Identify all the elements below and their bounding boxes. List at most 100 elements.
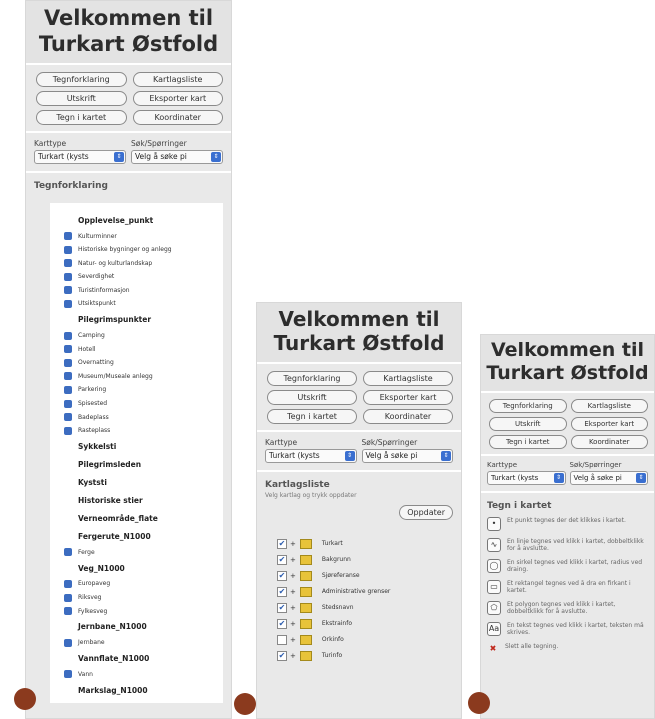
select-row: Karttype Turkart (kysts ⇕ Søk/Spørringer …: [481, 456, 654, 494]
legend-label: Jernbane: [78, 639, 105, 647]
title-line-2: Turkart Østfold: [486, 362, 649, 385]
layer-checkbox[interactable]: ✔: [277, 570, 287, 581]
layer-label: Sjøreferanse: [321, 572, 360, 580]
expand-icon[interactable]: +: [290, 556, 296, 564]
legend-label: Pilegrimsleden: [78, 460, 142, 470]
legend-symbol-icon: [64, 299, 72, 308]
legend-symbol-icon: [64, 399, 72, 408]
legend-row: Sykkelsti: [64, 438, 217, 456]
koordinater-button[interactable]: Koordinater: [363, 408, 453, 424]
draw-tool-icon[interactable]: Aa: [487, 622, 501, 637]
layer-checkbox[interactable]: ✔: [277, 618, 287, 629]
expand-icon[interactable]: +: [290, 540, 296, 548]
tegn-i-kartet-button[interactable]: Tegn i kartet: [36, 110, 127, 126]
legend-label: Vann: [78, 670, 93, 678]
sok-select[interactable]: Velg å søke pi ⇕: [361, 448, 453, 463]
sok-label: Søk/Spørringer: [131, 139, 187, 149]
sok-select[interactable]: Velg å søke pi ⇕: [569, 471, 648, 486]
chevron-down-icon: ⇕: [114, 152, 124, 163]
kartlag-section: Kartlagsliste Velg kartlag og trykk oppd…: [257, 472, 461, 672]
draw-tool-row[interactable]: ∿ En linje tegnes ved klikk i kartet, dob…: [487, 538, 648, 559]
legend-label: Fylkesveg: [78, 607, 108, 615]
panel-tegn: Velkommen til Turkart Østfold Tegnforkla…: [480, 334, 655, 719]
tegn-section: Tegn i kartet • Et punkt tegnes der det k…: [481, 493, 654, 672]
kartlagsliste-button[interactable]: Kartlagsliste: [570, 399, 648, 414]
legend-label: Turistinformasjon: [78, 286, 130, 294]
eksporter-kart-button[interactable]: Eksporter kart: [363, 389, 453, 405]
legend-label: Rasteplass: [78, 427, 111, 435]
draw-tool-row[interactable]: • Et punkt tegnes der det klikkes i karte…: [487, 517, 648, 538]
layer-checkbox[interactable]: ✔: [277, 602, 287, 613]
layer-label: Stedsnavn: [321, 604, 354, 612]
draw-tool-row[interactable]: ▭ Et rektangel tegnes ved å dra en firkan…: [487, 580, 648, 601]
layer-label: Bakgrunn: [321, 556, 351, 564]
legend-symbol-icon: [64, 670, 72, 679]
eksporter-kart-button[interactable]: Eksporter kart: [570, 417, 648, 432]
sok-select[interactable]: Velg å søke pi ⇕: [131, 150, 223, 165]
expand-icon[interactable]: +: [290, 604, 296, 612]
draw-tool-icon[interactable]: •: [487, 517, 501, 532]
draw-tool-row[interactable]: Aa En tekst tegnes ved klikk i kartet, te…: [487, 622, 648, 643]
title-line-1: Velkommen til: [278, 307, 440, 331]
kartlagsliste-button[interactable]: Kartlagsliste: [132, 72, 223, 88]
koordinater-button[interactable]: Koordinater: [132, 110, 223, 126]
draw-tool-list: • Et punkt tegnes der det klikkes i karte…: [487, 517, 648, 664]
legend-row: Vannflate_N1000: [64, 650, 217, 668]
expand-icon[interactable]: +: [290, 572, 296, 580]
utskrift-button[interactable]: Utskrift: [489, 417, 567, 432]
draw-tool-text: Slett alle tegning.: [505, 643, 559, 651]
legend-title: Tegnforklaring: [34, 181, 108, 192]
layer-checkbox[interactable]: ✔: [277, 538, 287, 549]
legend-box: Opplevelse_punkt Kulturminner Historiske b…: [50, 203, 223, 704]
layer-label: Turkart: [321, 540, 343, 548]
expand-icon[interactable]: +: [290, 652, 296, 660]
draw-tool-row[interactable]: ⬠ Et polygon tegnes ved klikk i kartet, d…: [487, 601, 648, 622]
legend-label: Utsiktspunkt: [78, 300, 116, 308]
draw-tool-text: Et polygon tegnes ved klikk i kartet, do…: [507, 601, 616, 616]
draw-tool-icon[interactable]: ⬠: [487, 601, 501, 616]
tegnforklaring-button[interactable]: Tegnforklaring: [36, 72, 127, 88]
legend-row: Badeplass: [64, 410, 217, 424]
oppdater-button[interactable]: Oppdater: [399, 504, 453, 520]
draw-tool-text: En sirkel tegnes ved klikk i kartet, rad…: [507, 559, 643, 574]
layer-checkbox[interactable]: [277, 634, 287, 645]
koordinater-button[interactable]: Koordinater: [570, 435, 648, 450]
draw-tool-icon[interactable]: ∿: [487, 538, 501, 553]
draw-tool-row[interactable]: ✖ Slett alle tegning.: [487, 643, 648, 664]
tegn-i-kartet-button[interactable]: Tegn i kartet: [489, 435, 567, 450]
layer-row: ✔ + Turkart: [277, 536, 453, 552]
marker-dot-1: [14, 688, 36, 710]
karttype-select[interactable]: Turkart (kysts ⇕: [34, 150, 126, 165]
layer-row: ✔ + Bakgrunn: [277, 552, 453, 568]
legend-label: Overnatting: [78, 359, 114, 367]
draw-tool-icon[interactable]: ✖: [487, 643, 499, 655]
tegnforklaring-button[interactable]: Tegnforklaring: [489, 399, 567, 414]
layer-checkbox[interactable]: ✔: [277, 650, 287, 661]
legend-row: Severdighet: [64, 270, 217, 284]
eksporter-kart-button[interactable]: Eksporter kart: [132, 91, 223, 107]
karttype-select[interactable]: Turkart (kysts ⇕: [487, 471, 566, 486]
layer-checkbox[interactable]: ✔: [277, 586, 287, 597]
chevron-down-icon: ⇕: [211, 152, 221, 163]
expand-icon[interactable]: +: [290, 588, 296, 596]
expand-icon[interactable]: +: [290, 620, 296, 628]
legend-label: Riksveg: [78, 594, 102, 602]
legend-row: Jernbane: [64, 636, 217, 650]
legend-symbol-icon: [64, 232, 72, 241]
expand-icon[interactable]: +: [290, 636, 296, 644]
draw-tool-icon[interactable]: ▭: [487, 580, 501, 595]
draw-tool-row[interactable]: ◯ En sirkel tegnes ved klikk i kartet, ra…: [487, 559, 648, 580]
kartlagsliste-button[interactable]: Kartlagsliste: [363, 370, 453, 386]
title-line-1: Velkommen til: [43, 6, 214, 30]
tegnforklaring-button[interactable]: Tegnforklaring: [267, 370, 357, 386]
utskrift-button[interactable]: Utskrift: [267, 389, 357, 405]
legend-row: Spisested: [64, 397, 217, 411]
legend-row: Ferge: [64, 546, 217, 560]
page-title: Velkommen til Turkart Østfold: [481, 335, 654, 394]
draw-tool-icon[interactable]: ◯: [487, 559, 501, 574]
utskrift-button[interactable]: Utskrift: [36, 91, 127, 107]
layer-checkbox[interactable]: ✔: [277, 554, 287, 565]
layer-label: Orkinfo: [321, 636, 344, 644]
karttype-select[interactable]: Turkart (kysts ⇕: [265, 448, 357, 463]
tegn-i-kartet-button[interactable]: Tegn i kartet: [267, 408, 357, 424]
